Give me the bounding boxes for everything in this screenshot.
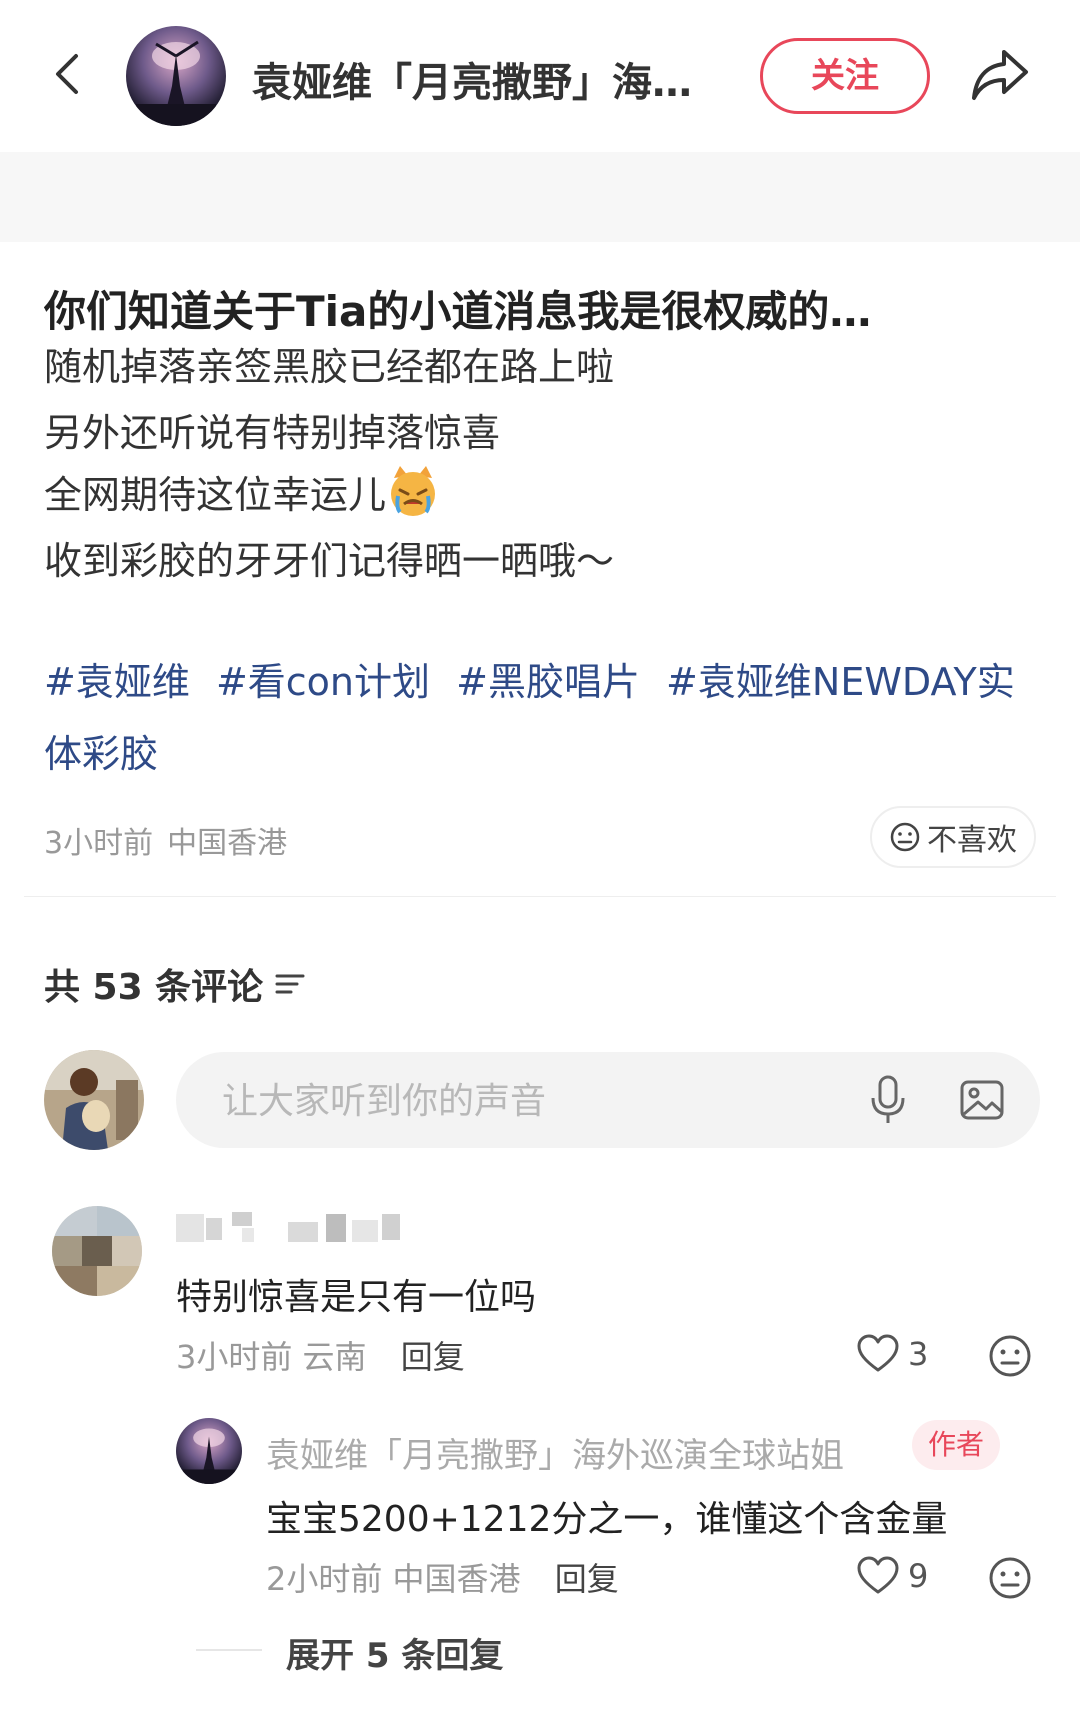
like-count: 3 xyxy=(908,1335,929,1373)
sort-icon xyxy=(275,974,305,994)
comment-meta: 3小时前 云南 回复 xyxy=(176,1332,465,1378)
author-badge: 作者 xyxy=(912,1420,1000,1470)
dislike-label: 不喜欢 xyxy=(927,823,1017,858)
reply-text: 宝宝5200+1212分之一，谁懂这个含金量 xyxy=(266,1499,948,1540)
image-icon xyxy=(960,1080,1004,1120)
header-separator-band xyxy=(0,152,1080,242)
neutral-face-icon xyxy=(890,822,920,852)
like-button[interactable]: 9 xyxy=(856,1556,928,1596)
reply-button[interactable]: 回复 xyxy=(555,1560,619,1598)
post-body-line-1: 随机掉落亲签黑胶已经都在路上啦 xyxy=(44,345,615,389)
reply-meta: 2小时前 中国香港 回复 xyxy=(266,1554,619,1600)
neutral-face-icon xyxy=(989,1335,1031,1377)
tag-link[interactable]: #看con计划 xyxy=(216,660,430,704)
like-count: 9 xyxy=(908,1557,929,1595)
my-avatar xyxy=(44,1050,144,1150)
post-meta: 3小时前 中国香港 xyxy=(44,818,287,862)
heart-icon xyxy=(857,1334,899,1372)
post-body-line-2: 另外还听说有特别掉落惊喜 xyxy=(44,411,501,455)
heart-icon xyxy=(857,1556,899,1594)
comment-input[interactable] xyxy=(220,1052,824,1150)
account-name[interactable]: 袁娅维「月亮撒野」海外… xyxy=(252,50,722,108)
reaction-button[interactable] xyxy=(988,1334,1032,1382)
expand-replies-button[interactable]: 展开 5 条回复 xyxy=(286,1628,503,1677)
reaction-button[interactable] xyxy=(988,1556,1032,1604)
commenter-avatar[interactable] xyxy=(52,1206,142,1296)
comment-time: 3小时前 xyxy=(176,1338,293,1376)
post-time: 3小时前 xyxy=(44,826,154,861)
expand-divider xyxy=(196,1649,262,1651)
comment-location: 云南 xyxy=(302,1338,367,1376)
post-tags: #袁娅维 #看con计划 #黑胶唱片 #袁娅维NEWDAY实体彩胶 xyxy=(44,646,1044,790)
tag-link[interactable]: #黑胶唱片 xyxy=(456,660,640,704)
comment-input-pill xyxy=(176,1052,1040,1150)
account-avatar[interactable] xyxy=(126,26,226,126)
reply-location: 中国香港 xyxy=(392,1560,521,1598)
like-button[interactable]: 3 xyxy=(856,1334,928,1374)
reply-author-name[interactable]: 袁娅维「月亮撒野」海外巡演全球站姐 xyxy=(266,1428,844,1477)
reply-button[interactable]: 回复 xyxy=(401,1338,465,1376)
back-button[interactable] xyxy=(46,52,90,96)
dislike-button[interactable]: 不喜欢 xyxy=(870,806,1036,868)
tag-link[interactable]: #袁娅维 xyxy=(44,660,190,704)
post-location: 中国香港 xyxy=(167,826,288,861)
image-button[interactable] xyxy=(958,1076,1006,1124)
microphone-icon xyxy=(871,1075,905,1123)
comment-count[interactable]: 共 53 条评论 xyxy=(44,958,307,1010)
follow-button[interactable]: 关注 xyxy=(760,38,930,114)
crying-cat-emoji-icon xyxy=(386,464,440,518)
post-body-line-3: 全网期待这位幸运儿 xyxy=(44,464,440,519)
divider xyxy=(24,896,1056,897)
reply-time: 2小时前 xyxy=(266,1560,383,1598)
share-button[interactable] xyxy=(968,46,1032,106)
chevron-left-icon xyxy=(56,54,78,94)
post-body-line-4: 收到彩胶的牙牙们记得晒一晒哦～ xyxy=(44,539,615,583)
neutral-face-icon xyxy=(989,1557,1031,1599)
comment-text: 特别惊喜是只有一位吗 xyxy=(176,1277,537,1318)
comment-count-label: 共 53 条评论 xyxy=(44,967,264,1008)
share-arrow-icon xyxy=(972,50,1028,100)
commenter-name-obscured xyxy=(176,1210,456,1246)
author-avatar[interactable] xyxy=(176,1418,242,1484)
post-body-line-3-text: 全网期待这位幸运儿 xyxy=(44,473,387,517)
voice-button[interactable] xyxy=(868,1074,908,1126)
post-title: 你们知道关于Tia的小道消息我是很权威的… xyxy=(44,287,872,336)
